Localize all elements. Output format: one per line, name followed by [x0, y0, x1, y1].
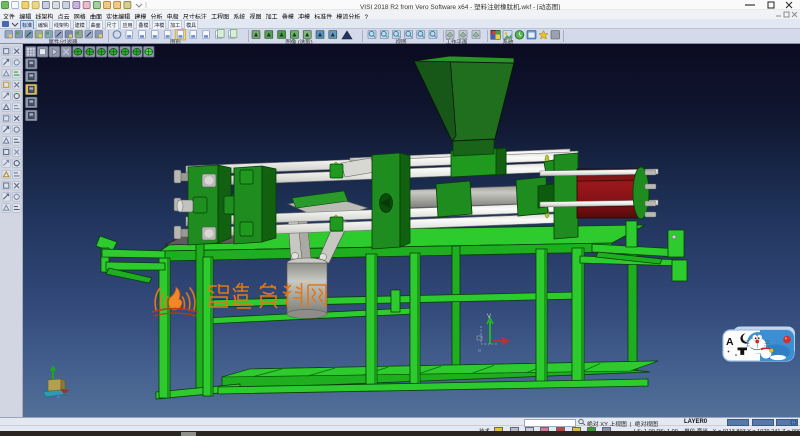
svg-text:V: V: [487, 314, 491, 320]
svg-text:A: A: [726, 336, 734, 348]
svg-text:o: o: [478, 348, 481, 354]
